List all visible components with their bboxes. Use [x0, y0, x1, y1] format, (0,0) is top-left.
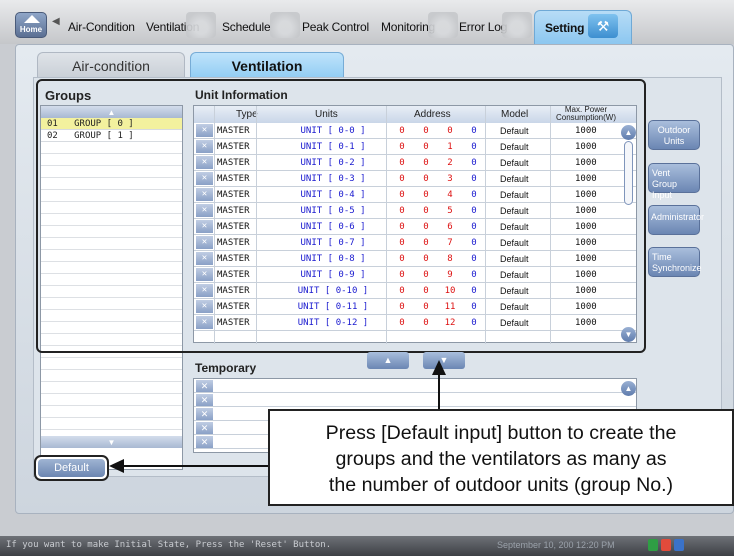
callout-line-3: the number of outdoor units (group No.) [328, 474, 674, 496]
arrow-up-head [432, 360, 446, 375]
network-icon [648, 539, 658, 551]
alert-icon [661, 539, 671, 551]
status-bar: If you want to make Initial State, Press… [0, 536, 734, 556]
callout-line-1: Press [Default input] button to create t… [325, 422, 677, 444]
arrow-left-head [109, 459, 124, 473]
system-tray [648, 539, 698, 553]
status-message: If you want to make Initial State, Press… [6, 540, 332, 550]
callout-line-2: groups and the ventilators as many as [335, 448, 667, 470]
status-datetime: September 10, 200 12:20 PM [497, 540, 615, 550]
monitor-icon [674, 539, 684, 551]
instruction-callout: Press [Default input] button to create t… [268, 409, 734, 506]
